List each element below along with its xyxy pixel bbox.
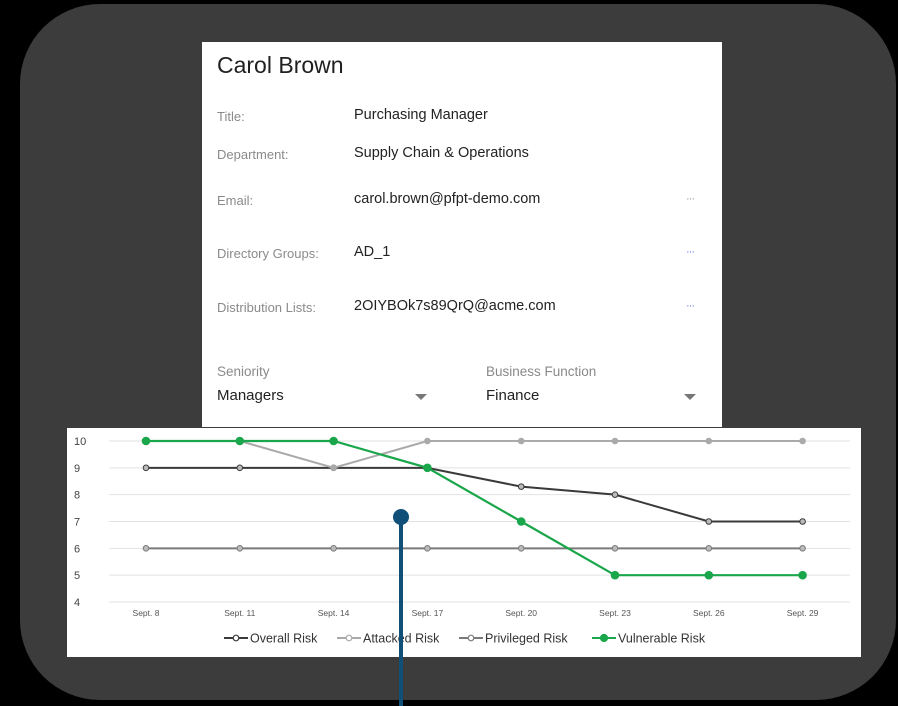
overall-risk-legend-label: Overall Risk bbox=[250, 632, 318, 646]
x-tick-label: Sept. 23 bbox=[599, 608, 631, 618]
y-tick-label: 7 bbox=[74, 517, 80, 529]
distribution-lists-more-icon[interactable]: ··· bbox=[686, 300, 695, 312]
department-value: Supply Chain & Operations bbox=[354, 145, 529, 161]
vulnerable-risk-point bbox=[235, 436, 245, 446]
y-tick-label: 8 bbox=[74, 490, 80, 502]
pointer-line bbox=[399, 516, 403, 706]
title-value: Purchasing Manager bbox=[354, 107, 488, 123]
privileged-risk-point bbox=[799, 545, 806, 552]
attacked-risk-point bbox=[424, 437, 431, 445]
department-label: Department: bbox=[217, 147, 289, 162]
seniority-select[interactable]: Managers bbox=[217, 387, 284, 404]
y-tick-label: 5 bbox=[74, 570, 80, 582]
pointer-dot bbox=[393, 509, 409, 525]
privileged-risk-point bbox=[424, 545, 431, 552]
attacked-risk-point bbox=[705, 437, 713, 445]
overall-risk-point bbox=[705, 518, 713, 525]
business-function-label: Business Function bbox=[486, 364, 597, 379]
directory-groups-value: AD_1 bbox=[354, 244, 391, 260]
y-tick-label: 10 bbox=[74, 436, 86, 448]
attacked-risk-point bbox=[517, 437, 525, 445]
vulnerable-risk-point bbox=[610, 570, 620, 580]
business-function-select[interactable]: Finance bbox=[486, 387, 539, 404]
x-tick-label: Sept. 8 bbox=[133, 608, 160, 618]
distribution-lists-value: 2OIYBOk7s89QrQ@acme.com bbox=[354, 298, 556, 314]
privileged-risk-point bbox=[330, 545, 337, 552]
seniority-label: Seniority bbox=[217, 364, 270, 379]
email-value: carol.brown@pfpt-demo.com bbox=[354, 191, 541, 207]
vulnerable-risk-point bbox=[329, 436, 338, 446]
overall-risk-point bbox=[142, 464, 150, 472]
attacked-risk-line bbox=[146, 440, 803, 469]
privileged-risk-point bbox=[517, 545, 525, 552]
attacked-risk-point bbox=[330, 464, 337, 472]
seniority-chevron-down-icon[interactable] bbox=[415, 394, 427, 400]
vulnerable-risk-point bbox=[798, 570, 807, 580]
privileged-risk-legend-label: Privileged Risk bbox=[485, 632, 568, 646]
user-name: Carol Brown bbox=[217, 52, 344, 78]
privileged-risk-point bbox=[236, 545, 244, 552]
overall-risk-point bbox=[799, 518, 806, 525]
privileged-risk-legend-marker bbox=[467, 634, 475, 642]
overall-risk-legend-marker bbox=[232, 634, 240, 642]
x-tick-label: Sept. 17 bbox=[412, 608, 444, 618]
business-function-chevron-down-icon[interactable] bbox=[684, 394, 696, 400]
vulnerable-risk-line bbox=[146, 439, 803, 577]
vulnerable-risk-legend-label: Vulnerable Risk bbox=[618, 632, 706, 646]
vulnerable-risk-legend-marker bbox=[599, 633, 609, 643]
attacked-risk-legend-marker bbox=[345, 634, 353, 642]
privileged-risk-point bbox=[142, 545, 150, 552]
user-profile-card: Carol Brown Title: Purchasing Manager De… bbox=[202, 42, 722, 427]
attacked-risk-point bbox=[611, 437, 619, 445]
distribution-lists-label: Distribution Lists: bbox=[217, 300, 316, 315]
privileged-risk-point bbox=[705, 545, 713, 552]
risk-trend-chart: 4 5 6 7 8 9 10 Sept. 8 Sept. 11 Sept. 14 Sept. 17 S… bbox=[67, 428, 861, 657]
vulnerable-risk-point bbox=[141, 436, 151, 446]
vulnerable-risk-point bbox=[423, 463, 432, 473]
x-tick-label: Sept. 14 bbox=[318, 608, 350, 618]
y-tick-label: 6 bbox=[74, 543, 80, 555]
vulnerable-risk-point bbox=[516, 517, 526, 526]
x-tick-label: Sept. 20 bbox=[505, 608, 537, 618]
vulnerable-risk-point bbox=[704, 570, 714, 580]
directory-groups-label: Directory Groups: bbox=[217, 246, 319, 261]
email-label: Email: bbox=[217, 193, 254, 208]
y-tick-label: 9 bbox=[74, 463, 80, 475]
title-label: Title: bbox=[217, 109, 245, 124]
overall-risk-point bbox=[517, 483, 525, 490]
overall-risk-point bbox=[236, 464, 244, 472]
attacked-risk-point bbox=[799, 437, 806, 445]
x-tick-label: Sept. 29 bbox=[787, 608, 819, 618]
x-tick-label: Sept. 11 bbox=[224, 608, 255, 618]
email-more-icon[interactable]: ··· bbox=[686, 193, 695, 205]
directory-groups-more-icon[interactable]: ··· bbox=[686, 246, 695, 258]
y-tick-label: 4 bbox=[74, 597, 80, 609]
x-tick-label: Sept. 26 bbox=[693, 608, 725, 618]
overall-risk-point bbox=[611, 491, 619, 498]
risk-line-chart: 4 5 6 7 8 9 10 Sept. 8 Sept. 11 Sept. 14 Sept. 17 S… bbox=[74, 436, 850, 646]
privileged-risk-point bbox=[611, 545, 619, 552]
